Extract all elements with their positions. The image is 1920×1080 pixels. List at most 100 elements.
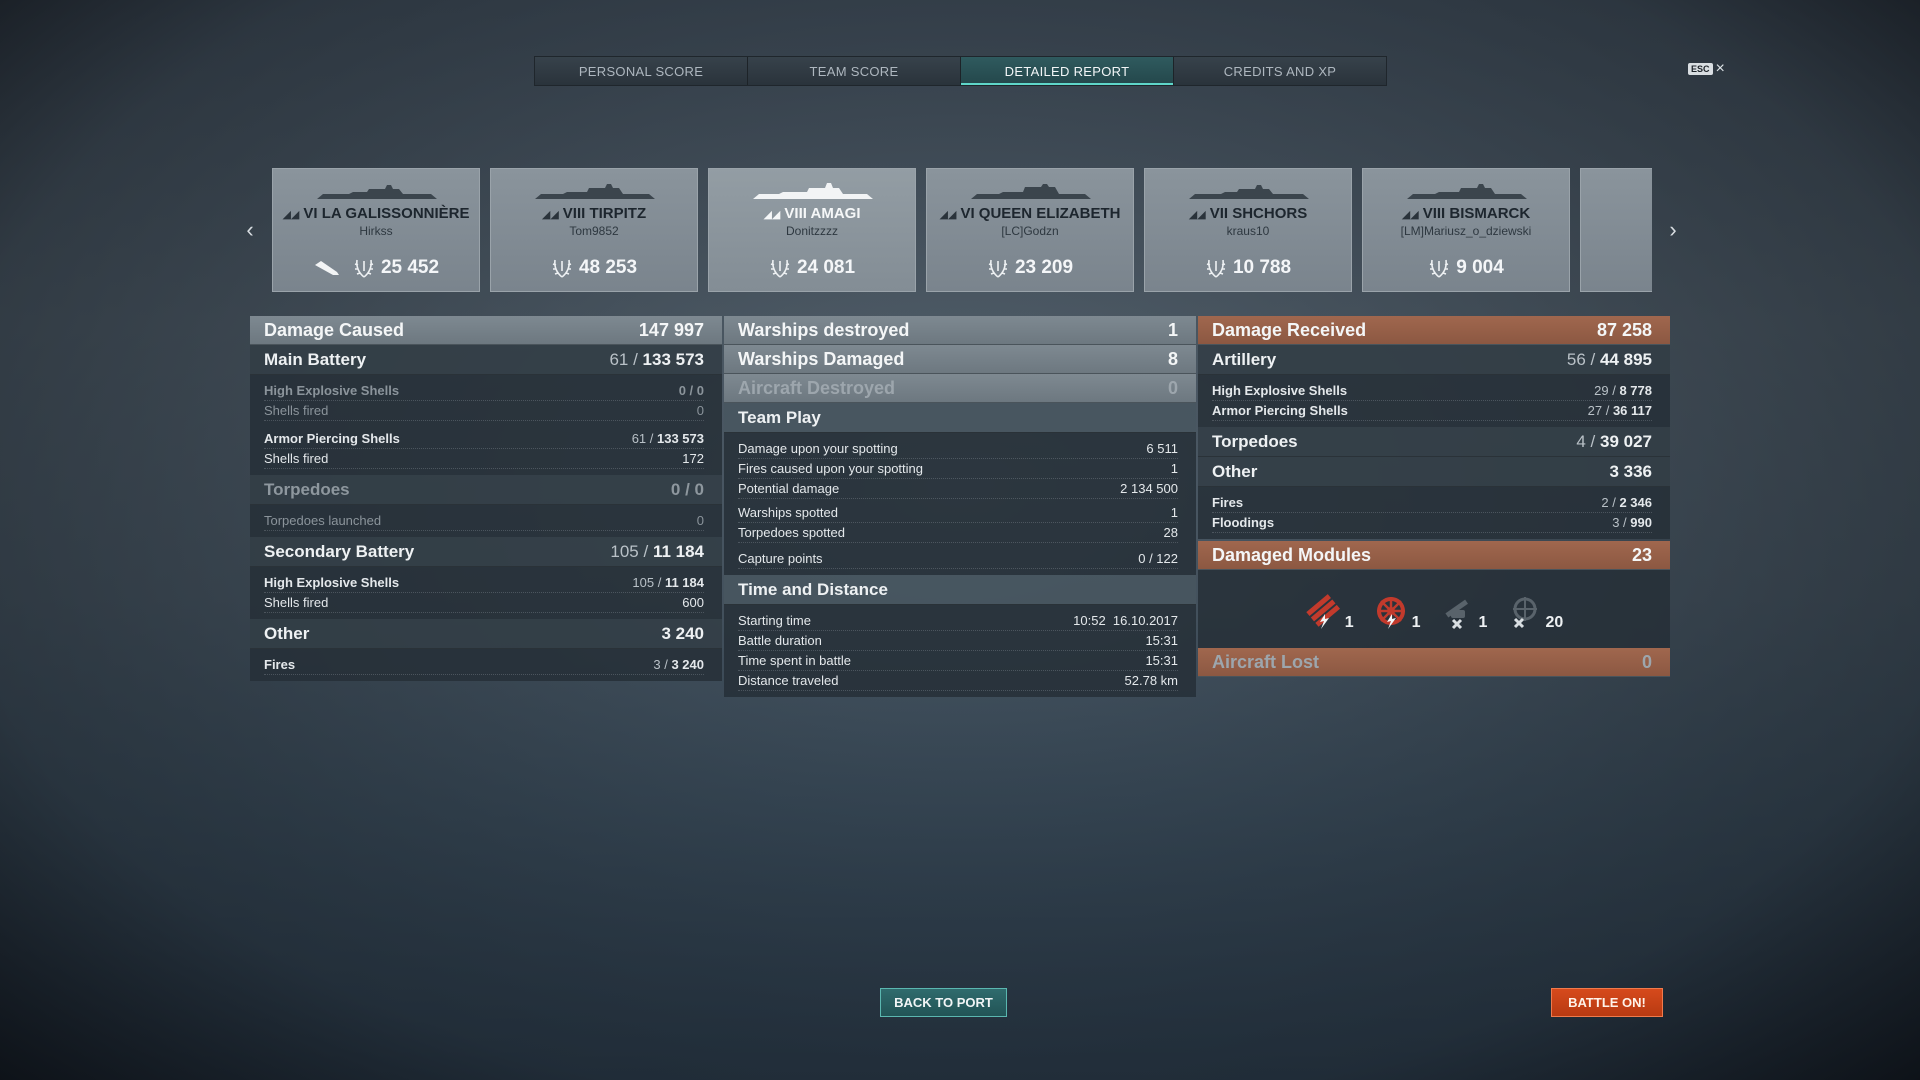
artillery-header: Artillery 56 / 44 895 [1198, 345, 1670, 375]
ship-score: 9 004 [1456, 257, 1504, 278]
player-name: Donitzzzz [785, 224, 838, 238]
battle-on-button[interactable]: BATTLE ON! [1551, 988, 1663, 1017]
main-battery-details: High Explosive Shells 0 / 0 Shells fired 0… [250, 375, 722, 475]
sec-shells-fired-row: Shells fired 600 [264, 593, 704, 613]
received-other-details: Fires 2 / 2 346 Floodings 3 / 990 [1198, 487, 1670, 539]
received-other-header: Other 3 336 [1198, 457, 1670, 487]
player-name: kraus10 [1226, 224, 1270, 238]
potential-damage-row: Potential damage 2 134 500 [738, 479, 1178, 499]
module-item: 1 [1372, 594, 1421, 632]
ship-tier-name: VIII AMAGI [784, 205, 861, 222]
aircraft-lost-row: Aircraft Lost 0 [1198, 648, 1670, 677]
ship-cards: ◢◢ VI LA GALISSONNIÈRE Hirkss 25 452 ◢◢ VI… [272, 168, 1652, 292]
aircraft-icon [314, 261, 339, 275]
score-row: 25 452 [273, 257, 479, 279]
capture-points-row: Capture points 0 / 122 [738, 549, 1178, 569]
team-play-details: Damage upon your spotting 6 511 Fires cau… [724, 433, 1196, 575]
damage-caused-header: Damage Caused 147 997 [250, 316, 722, 345]
spotting-damage-row: Damage upon your spotting 6 511 [738, 439, 1178, 459]
ship-name: ◢◢ VIII AMAGI [709, 205, 915, 222]
fires-row: Fires 3 / 3 240 [264, 655, 704, 675]
label: Main Battery [264, 349, 367, 369]
player-name: Hirkss [359, 224, 393, 238]
damage-received-panel: Damage Received 87 258 Artillery 56 / 44 8… [1198, 316, 1670, 677]
back-to-port-button[interactable]: BACK TO PORT [880, 988, 1007, 1017]
main-battery-header: Main Battery 61 / 133 573 [250, 345, 722, 375]
ship-tier-name: VIII TIRPITZ [562, 205, 647, 222]
carousel-prev-button[interactable]: ‹ [240, 217, 260, 242]
team-play-panel: Warships destroyed 1 Warships Damaged 8 Ai… [724, 316, 1196, 697]
artillery-details: High Explosive Shells 29 / 8 778 Armor Pi… [1198, 375, 1670, 427]
module-item: 20 [1505, 594, 1563, 632]
warships-damaged-row: Warships Damaged 8 [724, 345, 1196, 374]
module-count: 1 [1411, 614, 1421, 631]
he-shells-row: High Explosive Shells 0 / 0 [264, 381, 704, 401]
ship-score: 24 081 [796, 257, 856, 278]
ship-tier-name: VI QUEEN ELIZABETH [960, 205, 1121, 222]
ship-card[interactable]: ◢◢ VI QUEEN ELIZABETH [LC]Godzn 23 209 [926, 168, 1134, 292]
tab-credits-and-xp[interactable]: CREDITS AND XP [1174, 57, 1386, 85]
ship-card[interactable]: ◢◢ VI LA GALISSONNIÈRE Hirkss 25 452 [272, 168, 480, 292]
ship-name: ◢◢ VIII BISMARCK [1363, 205, 1569, 222]
ship-silhouette-icon [1407, 184, 1527, 199]
ship-card[interactable]: ◢◢ VIII BISMARCK [LM]Mariusz_o_dziewski 9… [1362, 168, 1570, 292]
ship-tier-name: VI LA GALISSONNIÈRE [303, 205, 470, 222]
module-count: 20 [1545, 614, 1564, 631]
laurel-icon [552, 259, 572, 278]
close-icon: × [1715, 60, 1725, 77]
ap-shells-row: Armor Piercing Shells 61 / 133 573 [264, 429, 704, 449]
module-count: 1 [1478, 614, 1488, 631]
tab-team-score[interactable]: TEAM SCORE [748, 57, 961, 85]
cruiser-class-icon: ◢◢ [1188, 209, 1206, 221]
ship-card-partial[interactable] [1580, 168, 1652, 292]
tab-personal-score[interactable]: PERSONAL SCORE [535, 57, 748, 85]
ship-name: ◢◢ VI QUEEN ELIZABETH [927, 205, 1133, 222]
ship-card[interactable]: ◢◢ VII SHCHORS kraus10 10 788 [1144, 168, 1352, 292]
ship-score: 10 788 [1232, 257, 1292, 278]
time-distance-details: Starting time 10:52 16.10.2017 Battle dur… [724, 605, 1196, 697]
torpedo-tubes-icon [1306, 594, 1340, 629]
value: 61 / 133 573 [609, 349, 704, 369]
ship-score: 23 209 [1014, 257, 1074, 278]
label: Damage Caused [264, 319, 405, 340]
distance-traveled-row: Distance traveled 52.78 km [738, 671, 1178, 691]
team-play-header: Team Play [724, 403, 1196, 433]
module-item: 1 [1439, 594, 1488, 632]
laurel-icon [1206, 259, 1226, 278]
laurel-icon [354, 259, 374, 278]
ship-tier-name: VIII BISMARCK [1422, 205, 1531, 222]
value: 147 997 [638, 319, 704, 340]
ship-card-selected[interactable]: ◢◢ VIII AMAGI Donitzzzz 24 081 [708, 168, 916, 292]
ship-name: ◢◢ VIII TIRPITZ [491, 205, 697, 222]
received-torpedoes-header: Torpedoes 4 / 39 027 [1198, 427, 1670, 457]
time-in-battle-row: Time spent in battle 15:31 [738, 651, 1178, 671]
ship-card[interactable]: ◢◢ VIII TIRPITZ Tom9852 48 253 [490, 168, 698, 292]
torpedoes-details: Torpedoes launched 0 [250, 505, 722, 537]
received-ap-row: Armor Piercing Shells 27 / 36 117 [1212, 401, 1652, 421]
battleship-class-icon: ◢◢ [763, 209, 781, 221]
secondary-battery-header: Secondary Battery 105 / 11 184 [250, 537, 722, 567]
ship-silhouette-icon [317, 185, 437, 199]
carousel-next-button[interactable]: › [1663, 217, 1683, 242]
aircraft-destroyed-row: Aircraft Destroyed 0 [724, 374, 1196, 403]
battleship-class-icon: ◢◢ [1401, 209, 1419, 221]
ship-silhouette-icon [753, 183, 873, 199]
player-name: [LM]Mariusz_o_dziewski [1400, 224, 1532, 238]
damaged-modules-list: 1 1 1 20 [1198, 570, 1670, 648]
tab-detailed-report[interactable]: DETAILED REPORT [961, 57, 1174, 85]
player-name: [LC]Godzn [1001, 224, 1059, 238]
ship-silhouette-icon [971, 184, 1091, 199]
ship-silhouette-icon [1189, 185, 1309, 199]
cruiser-class-icon: ◢◢ [282, 209, 300, 221]
ship-name: ◢◢ VII SHCHORS [1145, 205, 1351, 222]
spotting-fires-row: Fires caused upon your spotting 1 [738, 459, 1178, 479]
secondary-battery-details: High Explosive Shells 105 / 11 184 Shells… [250, 567, 722, 619]
he-shells-fired-row: Shells fired 0 [264, 401, 704, 421]
report-tabs: PERSONAL SCORE TEAM SCORE DETAILED REPOR… [534, 56, 1387, 86]
torpedoes-spotted-row: Torpedoes spotted 28 [738, 523, 1178, 543]
ship-silhouette-icon [535, 184, 655, 199]
ship-score: 48 253 [578, 257, 638, 278]
close-button[interactable]: ESC × [1688, 60, 1725, 77]
score-row: 10 788 [1145, 257, 1351, 279]
torpedoes-header: Torpedoes 0 / 0 [250, 475, 722, 505]
